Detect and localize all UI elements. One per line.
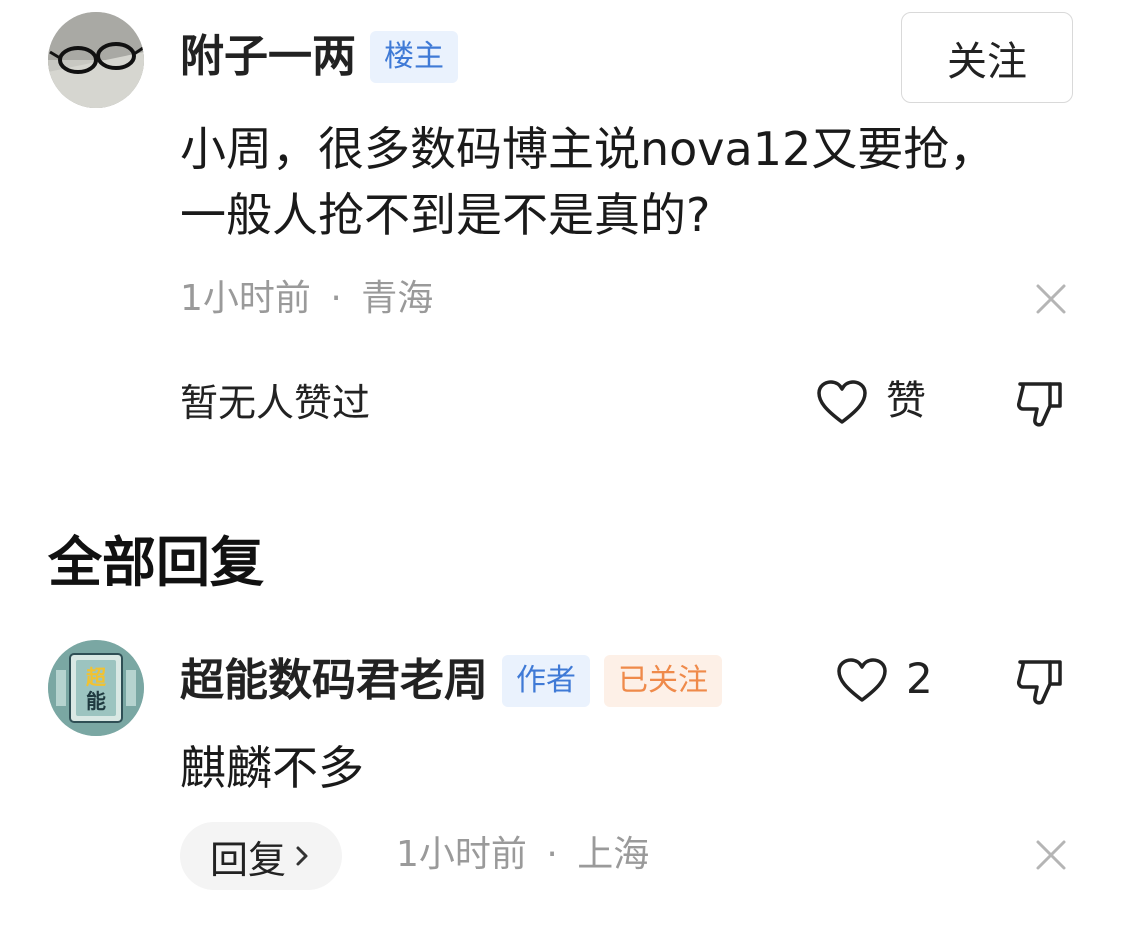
op-avatar[interactable] bbox=[48, 12, 144, 108]
reply-location: 上海 bbox=[577, 834, 650, 875]
reply-content: 麒麟不多 bbox=[180, 741, 364, 795]
close-icon[interactable] bbox=[1034, 838, 1068, 872]
close-icon[interactable] bbox=[1034, 282, 1068, 316]
op-badge: 楼主 bbox=[370, 31, 458, 83]
reply-avatar[interactable]: 超 能 bbox=[48, 640, 144, 736]
thumbs-down-icon[interactable] bbox=[1016, 656, 1066, 708]
reply-meta: 1小时前 · 上海 bbox=[396, 832, 649, 878]
reply-button-label: 回复 bbox=[210, 837, 287, 882]
author-badge: 作者 bbox=[502, 655, 590, 707]
reply-button[interactable]: 回复 bbox=[180, 822, 343, 890]
thumbs-down-icon[interactable] bbox=[1016, 378, 1066, 430]
heart-outline-icon[interactable] bbox=[816, 380, 868, 426]
all-replies-title: 全部回复 bbox=[48, 531, 264, 594]
reply-header: 超能数码君老周 作者 已关注 bbox=[180, 654, 722, 708]
like-label[interactable]: 赞 bbox=[886, 378, 926, 424]
glasses-avatar-image bbox=[48, 12, 144, 108]
op-location: 青海 bbox=[361, 278, 434, 319]
chevron-right-icon bbox=[296, 846, 308, 866]
meta-separator: · bbox=[546, 834, 558, 875]
comment-thread-page: 附子一两 楼主 关注 小周，很多数码博主说nova12又要抢，一般人抢不到是不是… bbox=[0, 0, 1122, 952]
reply-avatar-image: 超 能 bbox=[48, 640, 144, 736]
no-likes-text: 暂无人赞过 bbox=[180, 381, 371, 425]
op-content: 小周，很多数码博主说nova12又要抢，一般人抢不到是不是真的? bbox=[180, 122, 996, 242]
op-username[interactable]: 附子一两 bbox=[180, 30, 356, 84]
op-time: 1小时前 bbox=[180, 278, 311, 319]
reply-like-count: 2 bbox=[906, 654, 933, 703]
op-meta: 1小时前 · 青海 bbox=[180, 276, 433, 322]
avatar-text-2: 能 bbox=[86, 689, 106, 713]
meta-separator: · bbox=[330, 278, 342, 319]
follow-button[interactable]: 关注 bbox=[901, 12, 1073, 103]
avatar-text-1: 超 bbox=[85, 665, 107, 689]
heart-outline-icon[interactable] bbox=[836, 658, 888, 704]
reply-username[interactable]: 超能数码君老周 bbox=[180, 654, 488, 708]
op-header: 附子一两 楼主 bbox=[180, 30, 458, 84]
followed-badge: 已关注 bbox=[604, 655, 722, 707]
reply-time: 1小时前 bbox=[396, 834, 527, 875]
